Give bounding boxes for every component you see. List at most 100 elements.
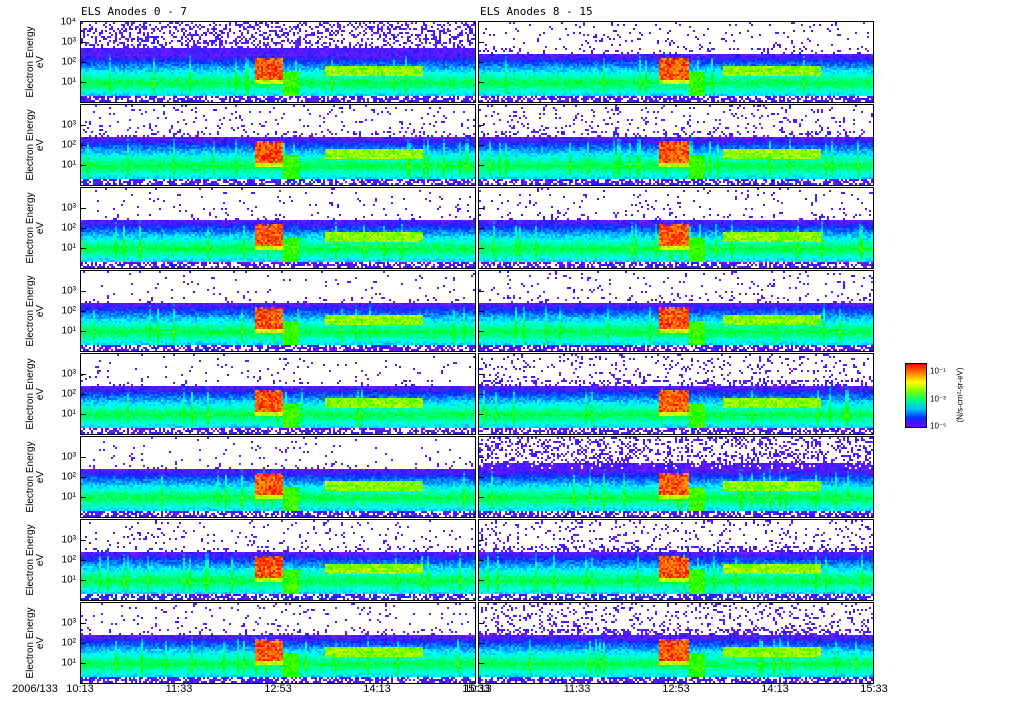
y-tick-mark <box>479 477 484 478</box>
y-axis-units: eV <box>35 304 46 318</box>
y-axis-title: Electron Energy eV <box>25 275 46 346</box>
y-axis-title: Electron Energy eV <box>25 192 46 263</box>
x-tick-label: 12:53 <box>662 683 690 695</box>
y-tick-mark <box>81 125 86 126</box>
spectrogram-canvas <box>81 520 475 600</box>
y-tick-label: 10² <box>61 471 76 483</box>
spectrogram-panel-anode-2 <box>80 187 476 269</box>
y-tick-label: 10² <box>61 305 76 317</box>
y-tick-mark <box>479 663 484 664</box>
spectrogram-canvas <box>479 437 873 517</box>
y-tick-mark <box>81 663 86 664</box>
y-tick-mark <box>81 331 86 332</box>
y-axis-label: Electron Energy eV <box>6 104 66 187</box>
y-tick-label: 10⁴ <box>60 16 76 28</box>
y-axis-label: Electron Energy eV <box>6 270 66 353</box>
spectrogram-panel-anode-11 <box>478 270 874 352</box>
y-tick-mark <box>479 331 484 332</box>
y-tick-mark <box>81 394 86 395</box>
spectrogram-panel-anode-4 <box>80 353 476 435</box>
y-tick-label: 10¹ <box>61 491 76 503</box>
y-tick-label: 10¹ <box>61 657 76 669</box>
y-tick-mark <box>479 580 484 581</box>
y-tick-mark <box>81 477 86 478</box>
y-tick-mark <box>479 145 484 146</box>
x-tick-label: 11:33 <box>165 683 193 695</box>
y-axis-label: Electron Energy eV <box>6 436 66 519</box>
y-tick-mark <box>479 291 484 292</box>
x-tick-label: 14:13 <box>363 683 391 695</box>
y-tick-mark <box>81 623 86 624</box>
colorbar-tick-label: 10⁻⁵ <box>930 421 947 431</box>
x-tick-label: 15:33 <box>860 683 888 695</box>
y-axis-units: eV <box>35 636 46 650</box>
x-tick-label: 14:13 <box>761 683 789 695</box>
spectrogram-canvas <box>81 271 475 351</box>
y-tick-label: 10¹ <box>61 242 76 254</box>
y-tick-mark <box>81 311 86 312</box>
spectrogram-canvas <box>81 22 475 102</box>
spectrogram-panel-anode-9 <box>478 104 874 186</box>
y-tick-mark <box>479 457 484 458</box>
y-tick-label: 10³ <box>61 119 76 131</box>
y-tick-mark <box>81 208 86 209</box>
spectrogram-panel-anode-15 <box>478 602 874 684</box>
y-tick-label: 10¹ <box>61 408 76 420</box>
spectrogram-canvas <box>479 271 873 351</box>
y-tick-mark <box>479 125 484 126</box>
date-label: 2006/133 <box>12 683 58 695</box>
y-tick-label: 10¹ <box>61 159 76 171</box>
y-axis-units: eV <box>35 553 46 567</box>
spectrogram-canvas <box>479 354 873 434</box>
y-axis-title: Electron Energy eV <box>25 26 46 97</box>
y-tick-label: 10³ <box>61 36 76 48</box>
x-tick-label: 11:33 <box>563 683 591 695</box>
y-tick-mark <box>479 228 484 229</box>
y-axis-label: Electron Energy eV <box>6 602 66 685</box>
y-tick-label: 10² <box>61 222 76 234</box>
y-axis-label: Electron Energy eV <box>6 187 66 270</box>
x-tick-label: 12:53 <box>264 683 292 695</box>
y-tick-mark <box>479 540 484 541</box>
y-tick-mark <box>81 497 86 498</box>
spectrogram-canvas <box>81 188 475 268</box>
x-tick-label: 10:13 <box>66 683 94 695</box>
spectrogram-canvas <box>81 105 475 185</box>
y-tick-mark <box>479 643 484 644</box>
colorbar <box>905 363 927 428</box>
y-axis-units: eV <box>35 221 46 235</box>
y-tick-mark <box>81 82 86 83</box>
y-axis-title: Electron Energy eV <box>25 607 46 678</box>
y-tick-label: 10² <box>61 56 76 68</box>
y-tick-label: 10³ <box>61 617 76 629</box>
spectrogram-panel-anode-8 <box>478 21 874 103</box>
y-axis-title: Electron Energy eV <box>25 109 46 180</box>
y-axis-units: eV <box>35 55 46 69</box>
spectrogram-canvas <box>479 22 873 102</box>
y-tick-label: 10³ <box>61 534 76 546</box>
y-tick-mark <box>81 580 86 581</box>
y-tick-label: 10² <box>61 554 76 566</box>
y-tick-mark <box>81 560 86 561</box>
y-tick-label: 10³ <box>61 451 76 463</box>
spectrogram-panel-anode-12 <box>478 353 874 435</box>
y-tick-mark <box>81 42 86 43</box>
colorbar-units: (N/s-cm²-sr-eV) <box>955 367 965 423</box>
y-tick-mark <box>479 623 484 624</box>
y-tick-mark <box>81 62 86 63</box>
spectrogram-panel-anode-10 <box>478 187 874 269</box>
y-tick-mark <box>81 457 86 458</box>
y-tick-mark <box>81 248 86 249</box>
y-tick-label: 10² <box>61 637 76 649</box>
x-tick-label: 10:13 <box>464 683 492 695</box>
y-tick-mark <box>81 643 86 644</box>
y-axis-units: eV <box>35 470 46 484</box>
y-tick-mark <box>479 42 484 43</box>
spectrogram-canvas <box>479 603 873 683</box>
spectrogram-panel-anode-14 <box>478 519 874 601</box>
spectrogram-canvas <box>479 188 873 268</box>
colorbar-tick-label: 10⁻¹ <box>930 366 946 376</box>
spectrogram-panel-anode-7 <box>80 602 476 684</box>
y-tick-mark <box>479 497 484 498</box>
y-tick-label: 10² <box>61 139 76 151</box>
